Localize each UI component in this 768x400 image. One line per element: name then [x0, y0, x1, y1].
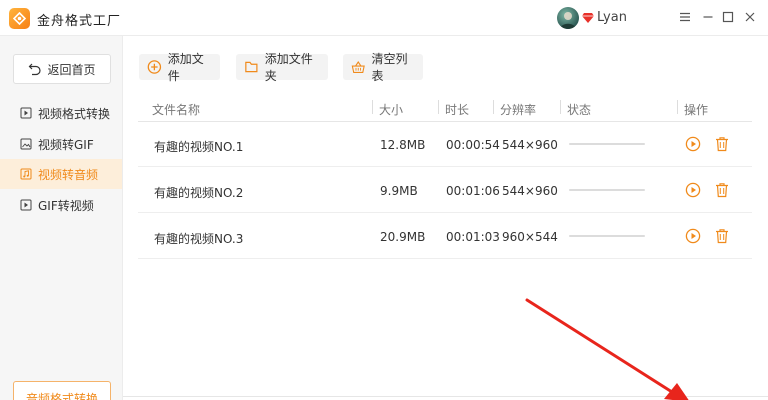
folder-icon: [245, 61, 258, 73]
file-duration: 00:01:03: [446, 230, 500, 244]
audio-file-icon: [20, 168, 32, 180]
sidebar-item-label: 视频格式转换: [38, 106, 111, 121]
column-divider: [677, 100, 678, 114]
sidebar-item-label: GIF转视频: [38, 198, 94, 213]
column-divider: [372, 100, 373, 114]
add-file-label: 添加文件: [167, 52, 204, 83]
sidebar: 返回首页 视频格式转换 视频转GIF 视频转音频 GIF转视频 音频格式转换: [0, 36, 123, 400]
back-home-button[interactable]: 返回首页: [13, 54, 111, 84]
file-resolution: 544×960: [502, 184, 558, 198]
progress-bar: [569, 189, 645, 191]
column-divider: [438, 100, 439, 114]
trash-icon[interactable]: [714, 136, 730, 152]
sidebar-item-video-to-audio[interactable]: 视频转音频: [0, 159, 122, 189]
file-size: 12.8MB: [380, 138, 426, 152]
sidebar-item-video-to-gif[interactable]: 视频转GIF: [0, 129, 122, 159]
column-header-status[interactable]: 状态: [567, 101, 591, 118]
back-arrow-icon: [29, 63, 42, 76]
column-header-name[interactable]: 文件名称: [152, 101, 200, 118]
play-icon[interactable]: [685, 136, 701, 152]
vip-diamond-icon: [582, 13, 594, 23]
row-divider: [138, 258, 752, 259]
row-divider: [138, 212, 752, 213]
video-file-icon: [20, 107, 32, 119]
app-logo-icon: [9, 8, 30, 29]
file-size: 20.9MB: [380, 230, 426, 244]
file-duration: 00:01:06: [446, 184, 500, 198]
column-header-actions: 操作: [684, 103, 709, 117]
column-divider: [560, 100, 561, 114]
file-name: 有趣的视频NO.3: [154, 232, 244, 246]
play-icon[interactable]: [685, 228, 701, 244]
back-home-label: 返回首页: [47, 62, 96, 77]
avatar[interactable]: [557, 7, 579, 29]
trash-icon[interactable]: [714, 182, 730, 198]
maximize-icon[interactable]: [719, 8, 737, 26]
sidebar-item-label: 视频转GIF: [38, 137, 94, 152]
user-name[interactable]: Lyan: [597, 10, 627, 25]
sidebar-item-label: 视频转音频: [38, 167, 99, 182]
image-file-icon: [20, 138, 32, 150]
table-header-divider: [138, 121, 752, 122]
file-resolution: 544×960: [502, 138, 558, 152]
add-folder-label: 添加文件夹: [264, 52, 313, 83]
trash-icon[interactable]: [714, 228, 730, 244]
title-bar: 金舟格式工厂 Lyan: [0, 0, 768, 36]
file-size: 9.9MB: [380, 184, 418, 198]
file-name: 有趣的视频NO.1: [154, 140, 244, 154]
column-header-resolution[interactable]: 分辨率: [500, 101, 536, 118]
progress-bar: [569, 143, 645, 145]
file-resolution: 960×544: [502, 230, 558, 244]
add-folder-button[interactable]: 添加文件夹: [236, 52, 328, 83]
app-title: 金舟格式工厂: [37, 14, 122, 29]
minimize-icon[interactable]: [699, 8, 717, 26]
column-header-duration[interactable]: 时长: [445, 101, 469, 118]
progress-bar: [569, 235, 645, 237]
video-file-icon: [20, 199, 32, 211]
menu-icon[interactable]: [676, 8, 694, 26]
close-icon[interactable]: [741, 8, 759, 26]
row-divider: [138, 166, 752, 167]
audio-format-convert-button[interactable]: 音频格式转换: [13, 381, 111, 400]
sidebar-item-gif-to-video[interactable]: GIF转视频: [0, 190, 122, 220]
clear-list-label: 清空列表: [371, 52, 408, 83]
basket-icon: [351, 61, 365, 73]
audio-format-convert-label: 音频格式转换: [25, 392, 98, 400]
plus-circle-icon: [147, 60, 162, 74]
file-duration: 00:00:54: [446, 138, 500, 152]
clear-list-button[interactable]: 清空列表: [343, 52, 423, 83]
file-name: 有趣的视频NO.2: [154, 186, 244, 200]
add-file-button[interactable]: 添加文件: [139, 52, 220, 83]
play-icon[interactable]: [685, 182, 701, 198]
sidebar-item-video-format[interactable]: 视频格式转换: [0, 98, 122, 128]
panel-bottom-divider: [123, 396, 768, 397]
column-divider: [493, 100, 494, 114]
column-header-size[interactable]: 大小: [379, 101, 403, 118]
